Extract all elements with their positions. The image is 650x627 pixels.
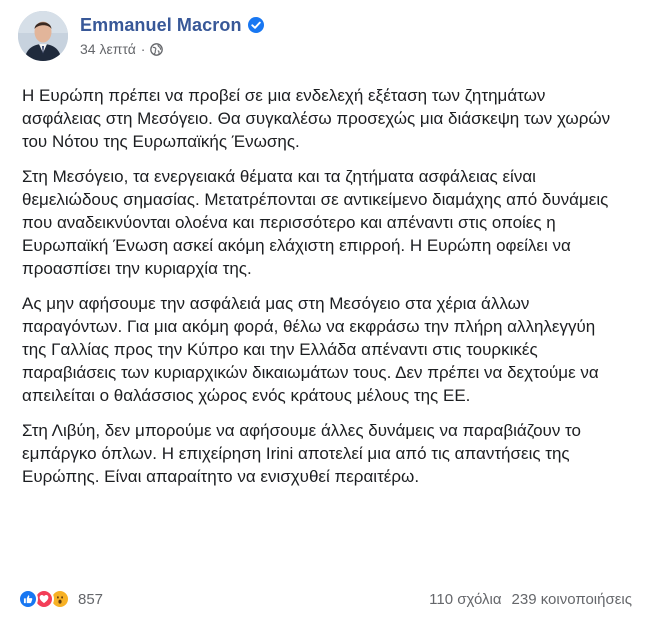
post-timestamp[interactable]: 34 λεπτά — [80, 41, 136, 57]
author-name[interactable]: Emmanuel Macron — [80, 15, 242, 36]
reaction-count: 857 — [78, 590, 104, 608]
like-icon — [18, 589, 38, 609]
reactions-summary[interactable]: 857 — [18, 589, 103, 609]
post-paragraph: Η Ευρώπη πρέπει να προβεί σε μια ενδελεχ… — [22, 86, 611, 151]
post-body: Η Ευρώπη πρέπει να προβεί σε μια ενδελεχ… — [22, 84, 622, 500]
comments-count-link[interactable]: 110 σχόλια — [429, 591, 501, 608]
post-paragraph: Στη Λιβύη, δεν μπορούμε να αφήσουμε άλλε… — [22, 421, 581, 486]
engagement-stats: 110 σχόλια 239 κοινοποιήσεις — [429, 591, 632, 608]
verified-badge-icon — [247, 17, 264, 33]
author-avatar[interactable] — [18, 11, 68, 61]
post-paragraph: Στη Μεσόγειο, τα ενεργειακά θέματα και τ… — [22, 167, 609, 278]
shares-count-link[interactable]: 239 κοινοποιήσεις — [512, 591, 632, 608]
facebook-post: Emmanuel Macron 34 λεπτά · Η Ευρώπη πρέπ… — [0, 0, 650, 627]
globe-icon[interactable] — [150, 42, 164, 56]
avatar-portrait-icon — [18, 11, 68, 61]
meta-separator: · — [140, 41, 146, 57]
post-footer: 857 110 σχόλια 239 κοινοποιήσεις — [18, 584, 632, 614]
post-header: Emmanuel Macron 34 λεπτά · — [18, 11, 264, 67]
post-paragraph: Ας μην αφήσουμε την ασφάλειά μας στη Μεσ… — [22, 294, 599, 405]
